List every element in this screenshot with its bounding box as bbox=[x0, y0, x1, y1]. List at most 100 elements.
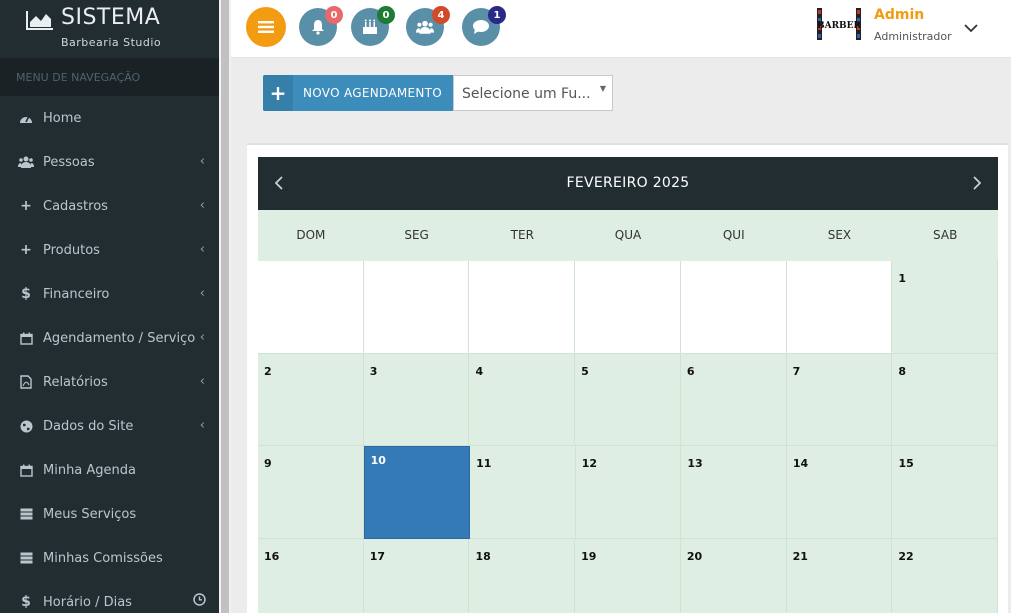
calendar-day-cell[interactable]: 22 bbox=[892, 538, 999, 613]
calendar-day-cell[interactable]: 19 bbox=[575, 538, 681, 613]
birthday-badge: 0 bbox=[377, 6, 395, 24]
sidebar-item-relatorios[interactable]: Relatórios ‹ bbox=[0, 360, 219, 404]
weekday-label: SEX bbox=[827, 228, 852, 242]
sidebar-item-pessoas[interactable]: Pessoas ‹ bbox=[0, 140, 219, 184]
sidebar-item-horario-dias[interactable]: $ Horário / Dias bbox=[0, 580, 219, 613]
brand[interactable]: SISTEMA Barbearia Studio bbox=[0, 0, 219, 58]
calendar-day-cell[interactable]: 6 bbox=[680, 353, 787, 446]
clients-badge: 4 bbox=[432, 6, 450, 24]
calendar-week: 2 3 4 5 6 7 8 bbox=[258, 353, 999, 446]
calendar-day-cell[interactable]: 15 bbox=[892, 446, 999, 539]
sidebar-item-meus-servicos[interactable]: Meus Serviços bbox=[0, 492, 219, 536]
notification-badge: 0 bbox=[325, 6, 343, 24]
users-icon bbox=[18, 154, 34, 170]
sidebar-item-label: Home bbox=[43, 110, 82, 126]
sidebar-item-financeiro[interactable]: $ Financeiro ‹ bbox=[0, 272, 219, 316]
calendar-day-cell[interactable]: 16 bbox=[258, 538, 364, 613]
menu-toggle-button[interactable] bbox=[246, 7, 286, 47]
calendar-day-cell[interactable]: 17 bbox=[363, 538, 470, 613]
calendar-day-cell[interactable]: 13 bbox=[681, 446, 787, 539]
bell-icon bbox=[312, 20, 324, 35]
calendar-day-cell[interactable]: 8 bbox=[892, 353, 999, 446]
server-icon bbox=[18, 550, 34, 566]
calendar-day-cell[interactable]: 9 bbox=[258, 446, 364, 539]
sidebar-item-minhas-comissoes[interactable]: Minhas Comissões bbox=[0, 536, 219, 580]
sidebar-item-label: Cadastros bbox=[43, 198, 108, 214]
calendar-day-cell[interactable]: 1 bbox=[892, 261, 999, 354]
calendar-day-cell[interactable] bbox=[469, 261, 576, 354]
calendar-day-cell-today[interactable]: 10 bbox=[363, 446, 471, 539]
chevron-left-icon: ‹ bbox=[199, 154, 205, 169]
notifications-button[interactable]: 0 bbox=[299, 6, 343, 46]
employee-select[interactable]: Selecione um Fu... ▼ bbox=[453, 75, 613, 111]
calendar-icon bbox=[18, 462, 34, 478]
sidebar-item-cadastros[interactable]: + Cadastros ‹ bbox=[0, 184, 219, 228]
calendar-day-cell[interactable]: 5 bbox=[575, 353, 681, 446]
calendar-day-cell[interactable]: 12 bbox=[575, 446, 682, 539]
chevron-down-icon[interactable] bbox=[963, 18, 979, 37]
calendar-day-cell[interactable]: 21 bbox=[786, 538, 893, 613]
weekday-label: SEG bbox=[404, 228, 429, 242]
brand-subtitle: Barbearia Studio bbox=[61, 36, 162, 49]
calendar-day-cell[interactable] bbox=[680, 261, 787, 354]
messages-button[interactable]: 1 bbox=[462, 6, 506, 46]
sidebar-item-label: Dados do Site bbox=[43, 418, 134, 434]
calendar-header: FEVEREIRO 2025 bbox=[258, 157, 998, 210]
calendar-day-cell[interactable]: 7 bbox=[786, 353, 893, 446]
calendar-week: 9 10 11 12 13 14 15 bbox=[258, 446, 999, 539]
calendar-day-cell[interactable] bbox=[258, 261, 364, 354]
sidebar-item-label: Financeiro bbox=[43, 286, 110, 302]
sidebar-scrollbar-thumb[interactable] bbox=[221, 0, 229, 613]
dollar-icon: $ bbox=[21, 594, 31, 610]
calendar-day-cell[interactable]: 4 bbox=[469, 353, 576, 446]
calendar-week: 1 bbox=[258, 261, 999, 354]
calendar-week: 16 17 18 19 20 21 22 bbox=[258, 538, 999, 613]
calendar-day-cell[interactable] bbox=[363, 261, 470, 354]
weekday-label: SAB bbox=[933, 228, 958, 242]
barber-logo: BARBER bbox=[816, 5, 862, 43]
sidebar-item-agendamento[interactable]: Agendamento / Serviço ‹ bbox=[0, 316, 219, 360]
sidebar-item-home[interactable]: Home bbox=[0, 96, 219, 140]
users-icon bbox=[416, 20, 434, 34]
hamburger-icon bbox=[258, 21, 274, 33]
birthdays-button[interactable]: 0 bbox=[351, 6, 395, 46]
sidebar-item-label: Minha Agenda bbox=[43, 462, 137, 478]
plus-icon: + bbox=[263, 75, 293, 111]
birthday-cake-icon bbox=[363, 19, 377, 34]
calendar-day-cell[interactable]: 11 bbox=[470, 446, 576, 539]
sidebar-item-minha-agenda[interactable]: Minha Agenda bbox=[0, 448, 219, 492]
user-name[interactable]: Admin bbox=[874, 7, 924, 23]
employee-select-value: Selecione um Fu... bbox=[462, 86, 591, 102]
sidebar-item-label: Minhas Comissões bbox=[43, 550, 163, 566]
calendar-day-cell[interactable]: 14 bbox=[786, 446, 893, 539]
clock-icon bbox=[193, 593, 206, 610]
plus-icon: + bbox=[20, 242, 32, 258]
calendar-day-cell[interactable]: 20 bbox=[680, 538, 787, 613]
calendar-day-cell[interactable] bbox=[575, 261, 681, 354]
sidebar-item-label: Horário / Dias bbox=[43, 594, 132, 610]
new-appointment-label: NOVO AGENDAMENTO bbox=[303, 86, 443, 100]
sidebar-item-label: Produtos bbox=[43, 242, 100, 258]
calendar-day-cell[interactable] bbox=[786, 261, 893, 354]
calendar-day-cell[interactable]: 2 bbox=[258, 353, 364, 446]
calendar-day-cell[interactable]: 3 bbox=[363, 353, 470, 446]
chevron-left-icon: ‹ bbox=[199, 286, 205, 301]
caret-down-icon: ▼ bbox=[599, 84, 606, 93]
weekday-label: DOM bbox=[296, 228, 326, 242]
barber-logo-text: BARBER bbox=[817, 21, 862, 31]
sidebar-item-label: Meus Serviços bbox=[43, 506, 137, 522]
clients-button[interactable]: 4 bbox=[406, 6, 450, 46]
chevron-left-icon: ‹ bbox=[199, 330, 205, 345]
messages-badge: 1 bbox=[488, 6, 506, 24]
new-appointment-button[interactable]: + NOVO AGENDAMENTO bbox=[263, 75, 455, 111]
top-header: 0 0 4 1 BARBER Admin Administrador bbox=[231, 0, 1011, 58]
sidebar-item-label: Relatórios bbox=[43, 374, 108, 390]
weekday-label: QUI bbox=[722, 228, 745, 242]
sidebar-item-produtos[interactable]: + Produtos ‹ bbox=[0, 228, 219, 272]
chevron-right-icon[interactable] bbox=[972, 175, 982, 195]
calendar-day-cell[interactable]: 18 bbox=[469, 538, 576, 613]
sidebar-item-dados-site[interactable]: Dados do Site ‹ bbox=[0, 404, 219, 448]
nav-header: MENU DE NAVEGAÇÃO bbox=[0, 58, 219, 96]
chart-area-icon bbox=[26, 11, 53, 30]
chevron-left-icon: ‹ bbox=[199, 374, 205, 389]
